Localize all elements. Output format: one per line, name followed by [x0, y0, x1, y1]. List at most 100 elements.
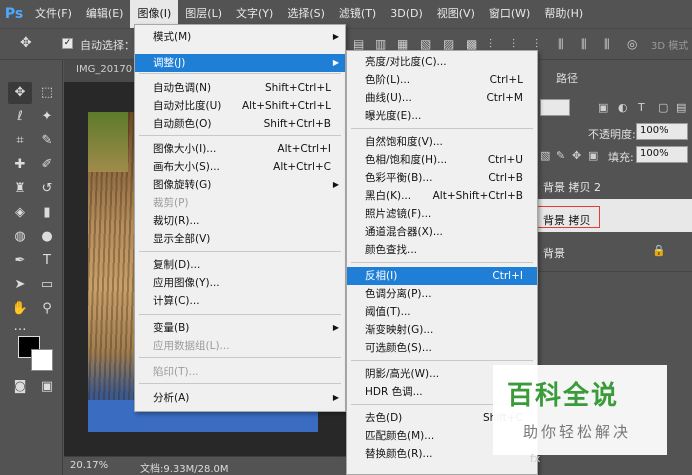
distribute-center-icon[interactable]: ⫼ — [581, 37, 587, 52]
menu-item-shortcut: Ctrl+B — [488, 172, 523, 184]
shape-tool-icon[interactable]: ▭ — [35, 274, 59, 296]
blur-tool-icon[interactable]: ◍ — [8, 226, 32, 248]
image-menu-item[interactable]: 变量(B) ▶ — [135, 319, 345, 337]
menu-item[interactable]: 窗口(W) — [482, 0, 537, 28]
active-layer-highlight-box — [537, 206, 600, 228]
image-menu-item[interactable]: 自动颜色(O) Shift+Ctrl+B — [135, 115, 345, 133]
layer-row[interactable]: 背景 — [537, 232, 692, 272]
adjustment-menu-item[interactable]: 可选颜色(S)... — [347, 339, 537, 357]
adjustment-menu-item[interactable]: 黑白(K)... Alt+Shift+Ctrl+B — [347, 187, 537, 205]
healing-brush-icon[interactable]: ✚ — [8, 154, 32, 176]
image-menu-item[interactable]: 模式(M) ▶ — [135, 28, 345, 46]
pen-tool-icon[interactable]: ✒ — [8, 250, 32, 272]
layer-kind-filter[interactable] — [540, 99, 570, 116]
menu-separator — [139, 251, 341, 252]
image-menu-item[interactable]: 画布大小(S)... Alt+Ctrl+C — [135, 158, 345, 176]
menu-item-label: 阴影/高光(W)... — [365, 368, 440, 380]
image-menu-item[interactable]: 自动色调(N) Shift+Ctrl+L — [135, 79, 345, 97]
gradient-tool-icon[interactable]: ▮ — [35, 202, 59, 224]
auto-select-checkbox[interactable]: ✓ — [62, 38, 73, 49]
lock-artboard-icon[interactable]: ▣ — [588, 149, 598, 162]
adjustment-menu-item[interactable]: 阈值(T)... — [347, 303, 537, 321]
adjustment-menu-item[interactable]: 亮度/对比度(C)... — [347, 53, 537, 71]
image-menu-item[interactable]: 图像大小(I)... Alt+Ctrl+I — [135, 140, 345, 158]
eraser-tool-icon[interactable]: ◈ — [8, 202, 32, 224]
history-brush-icon[interactable]: ↺ — [35, 178, 59, 200]
menu-item-label: 图像旋转(G) — [153, 179, 212, 191]
menu-item-shortcut: Ctrl+I — [492, 270, 523, 282]
align-middle-icon[interactable]: ▨ — [443, 37, 454, 51]
eyedropper-icon[interactable]: ✎ — [35, 130, 59, 152]
menu-item[interactable]: 视图(V) — [430, 0, 482, 28]
pixel-filter-icon[interactable]: ▣ — [598, 101, 608, 114]
image-menu-item[interactable]: 分析(A) ▶ — [135, 389, 345, 407]
quick-mask-icon[interactable]: ◙ — [8, 376, 32, 398]
background-color-swatch[interactable] — [31, 349, 53, 371]
move-tool-icon[interactable]: ✥ — [20, 35, 32, 51]
fill-field[interactable]: 100% — [636, 146, 688, 163]
dodge-tool-icon[interactable]: ● — [35, 226, 59, 248]
adjustment-menu-item[interactable]: 曝光度(E)... — [347, 107, 537, 125]
menu-item[interactable]: 3D(D) — [383, 0, 430, 28]
opacity-field[interactable]: 100% — [636, 123, 688, 140]
brush-tool-icon[interactable]: ✐ — [35, 154, 59, 176]
smart-filter-icon[interactable]: ▤ — [676, 101, 686, 114]
screen-mode-icon[interactable]: ▣ — [35, 376, 59, 398]
image-menu-item[interactable]: 计算(C)... — [135, 292, 345, 310]
shape-filter-icon[interactable]: ▢ — [658, 101, 668, 114]
menu-item-label: 陷印(T)... — [153, 366, 199, 378]
magic-wand-icon[interactable]: ✦ — [35, 106, 59, 128]
image-menu-item[interactable]: 调整(J) ▶ — [135, 54, 345, 72]
menu-item-label: 色相/饱和度(H)... — [365, 154, 448, 166]
lasso-tool-icon[interactable]: ℓ — [8, 106, 32, 128]
adjustment-menu-item[interactable]: 色阶(L)... Ctrl+L — [347, 71, 537, 89]
image-menu-item[interactable]: 应用图像(Y)... — [135, 274, 345, 292]
submenu-arrow-icon: ▶ — [332, 32, 339, 41]
adjustment-menu-item[interactable]: 照片滤镜(F)... — [347, 205, 537, 223]
menu-item-label: 裁剪(P) — [153, 197, 189, 209]
lock-pixels-icon[interactable]: ✎ — [556, 149, 565, 162]
adjustment-menu-item[interactable]: 色调分离(P)... — [347, 285, 537, 303]
zoom-tool-icon[interactable]: ⚲ — [35, 298, 59, 320]
image-menu-item[interactable]: 图像旋转(G) ▶ — [135, 176, 345, 194]
type-filter-icon[interactable]: T — [638, 101, 645, 114]
menu-item[interactable]: 帮助(H) — [537, 0, 590, 28]
marquee-tool-icon[interactable]: ⬚ — [35, 82, 59, 104]
adjustment-menu-item[interactable]: 曲线(U)... Ctrl+M — [347, 89, 537, 107]
image-menu-item[interactable]: 裁切(R)... — [135, 212, 345, 230]
distribute-left-icon[interactable]: ⫼ — [558, 37, 564, 52]
adjustment-menu-item[interactable]: 颜色查找... — [347, 241, 537, 259]
image-menu-item[interactable]: 显示全部(V) — [135, 230, 345, 248]
zoom-level[interactable]: 20.17% — [70, 460, 108, 471]
adjustment-menu-item[interactable]: 色相/饱和度(H)... Ctrl+U — [347, 151, 537, 169]
menu-item-label: 显示全部(V) — [153, 233, 211, 245]
align-right-icon[interactable]: ▦ — [397, 37, 408, 51]
adjustment-menu-item[interactable]: 通道混合器(X)... — [347, 223, 537, 241]
layer-effects-icon[interactable]: fx — [530, 452, 540, 465]
adjustment-menu-item[interactable]: 渐变映射(G)... — [347, 321, 537, 339]
adjustment-menu-item[interactable]: 反相(I) Ctrl+I — [347, 267, 537, 285]
adjustment-filter-icon[interactable]: ◐ — [618, 101, 628, 114]
menu-item-label: 亮度/对比度(C)... — [365, 56, 447, 68]
image-menu-item[interactable]: 自动对比度(U) Alt+Shift+Ctrl+L — [135, 97, 345, 115]
menu-item[interactable]: 编辑(E) — [79, 0, 131, 28]
move-tool-icon[interactable]: ✥ — [8, 82, 32, 104]
tab-paths[interactable]: 路径 — [556, 70, 578, 86]
menu-item[interactable]: 文件(F) — [28, 0, 79, 28]
align-center-icon[interactable]: ▥ — [375, 37, 386, 51]
path-selection-icon[interactable]: ➤ — [8, 274, 32, 296]
clone-stamp-icon[interactable]: ♜ — [8, 178, 32, 200]
adjustment-menu-item[interactable]: 色彩平衡(B)... Ctrl+B — [347, 169, 537, 187]
more-tools-icon[interactable]: … — [8, 316, 32, 338]
adjustment-menu-item[interactable]: 自然饱和度(V)... — [347, 133, 537, 151]
align-bottom-icon[interactable]: ▩ — [466, 37, 477, 51]
lock-position-icon[interactable]: ✥ — [572, 149, 581, 162]
align-top-icon[interactable]: ▧ — [420, 37, 431, 51]
crop-tool-icon[interactable]: ⌗ — [8, 130, 32, 152]
type-tool-icon[interactable]: T — [35, 250, 59, 272]
distribute-right-icon[interactable]: ⫼ — [604, 37, 610, 52]
align-left-icon[interactable]: ▤ — [353, 37, 364, 51]
image-menu-item[interactable]: 复制(D)... — [135, 256, 345, 274]
lock-transparent-icon[interactable]: ▧ — [540, 149, 550, 162]
auto-align-icon[interactable]: ◎ — [627, 37, 637, 51]
